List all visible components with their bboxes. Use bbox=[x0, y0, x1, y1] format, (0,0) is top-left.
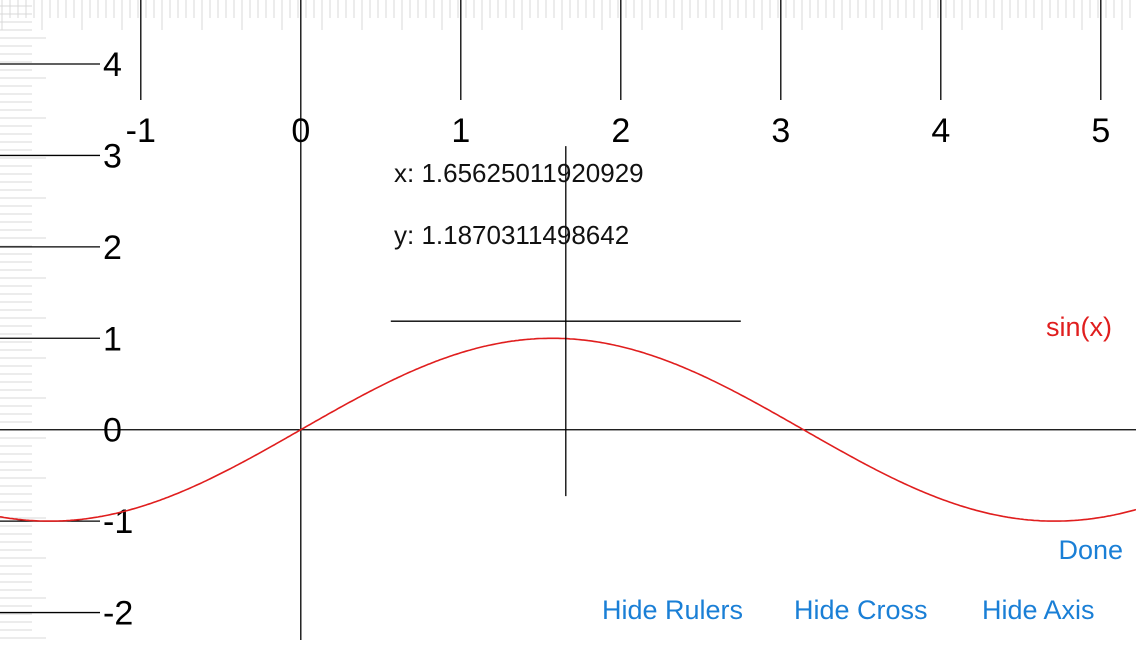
hide-rulers-button[interactable]: Hide Rulers bbox=[602, 595, 743, 626]
plot-canvas[interactable]: -1 0 1 2 3 4 5 -2 -1 0 1 2 3 4 bbox=[0, 0, 1136, 640]
x-readout: x: 1.65625011920929 bbox=[394, 158, 644, 188]
axes bbox=[0, 0, 1136, 640]
graph-viewport[interactable]: -1 0 1 2 3 4 5 -2 -1 0 1 2 3 4 x: 1.65625011920929 y:… bbox=[0, 0, 1136, 640]
hide-cross-button[interactable]: Hide Cross bbox=[794, 595, 928, 626]
y-tick-label: 1 bbox=[103, 320, 122, 358]
hide-axis-button[interactable]: Hide Axis bbox=[982, 595, 1095, 626]
y-tick-label: -1 bbox=[103, 503, 133, 541]
y-tick-label: 4 bbox=[103, 46, 122, 84]
series-legend-label: sin(x) bbox=[1046, 312, 1112, 342]
y-readout: y: 1.1870311498642 bbox=[394, 220, 630, 250]
x-tick-label: 4 bbox=[931, 112, 950, 150]
y-tick-label: 0 bbox=[103, 412, 122, 450]
x-tick-label: -1 bbox=[126, 112, 156, 150]
x-tick-label: 3 bbox=[771, 112, 790, 150]
axis-ticks: -1 0 1 2 3 4 5 -2 -1 0 1 2 3 4 bbox=[0, 0, 1110, 633]
y-tick-label: -2 bbox=[103, 595, 133, 633]
x-tick-label: 2 bbox=[611, 112, 630, 150]
x-tick-label: 5 bbox=[1091, 112, 1110, 150]
rulers bbox=[0, 0, 1131, 639]
y-tick-label: 3 bbox=[103, 137, 122, 175]
done-button[interactable]: Done bbox=[1058, 535, 1123, 566]
x-tick-label: 0 bbox=[291, 112, 310, 150]
y-tick-label: 2 bbox=[103, 229, 122, 267]
x-tick-label: 1 bbox=[451, 112, 470, 150]
crosshair[interactable] bbox=[390, 146, 741, 497]
